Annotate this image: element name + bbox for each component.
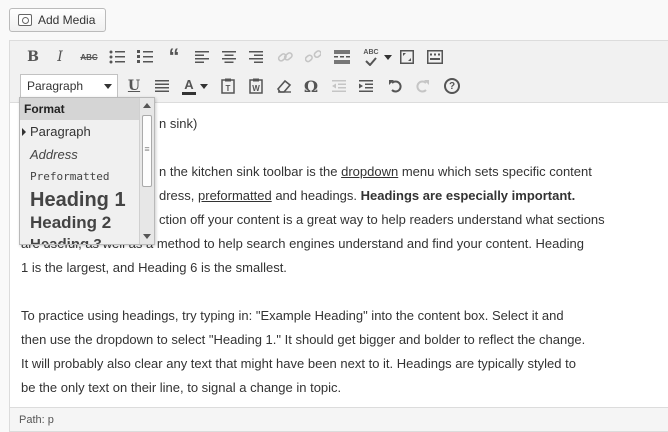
- content-line: be the only text on their line, to signa…: [21, 380, 342, 395]
- content-line: then use the dropdown to select "Heading…: [21, 332, 586, 347]
- redo-button[interactable]: [412, 75, 434, 97]
- link-icon: [277, 52, 293, 62]
- more-tag-icon: [334, 50, 350, 64]
- strikethrough-button[interactable]: ABC: [78, 46, 100, 68]
- chevron-down-icon: [200, 83, 208, 89]
- content-line: 1 is the largest, and Heading 6 is the s…: [21, 260, 287, 275]
- checkmark-icon: [365, 56, 377, 66]
- format-option-preformatted[interactable]: Preformatted: [20, 166, 140, 188]
- paste-text-icon: T: [221, 78, 235, 94]
- format-option-paragraph[interactable]: Paragraph: [20, 120, 140, 143]
- bullet-list-icon: [109, 50, 125, 64]
- justify-button[interactable]: [151, 75, 173, 97]
- numbered-list-button[interactable]: [134, 46, 156, 68]
- svg-text:T: T: [226, 84, 231, 93]
- outdent-button[interactable]: [328, 75, 350, 97]
- align-justify-icon: [155, 79, 169, 92]
- undo-button[interactable]: [384, 75, 406, 97]
- indent-button[interactable]: [355, 75, 377, 97]
- format-option-address[interactable]: Address: [20, 143, 140, 166]
- align-right-icon: [249, 50, 263, 63]
- media-icon: [18, 14, 32, 26]
- underline-button[interactable]: U: [123, 75, 145, 97]
- more-tag-button[interactable]: [331, 46, 353, 68]
- align-left-button[interactable]: [191, 46, 213, 68]
- spellcheck-word[interactable]: preformatted: [198, 188, 272, 203]
- scroll-up-icon[interactable]: [143, 103, 151, 108]
- add-media-label: Add Media: [38, 13, 96, 27]
- help-button[interactable]: ?: [441, 75, 463, 97]
- element-path: Path: p: [19, 414, 54, 426]
- format-option-heading-3[interactable]: Heading 3: [20, 234, 140, 244]
- unlink-button[interactable]: [302, 46, 324, 68]
- content-line: It will probably also clear any text tha…: [21, 356, 576, 371]
- format-option-heading-2[interactable]: Heading 2: [20, 212, 140, 234]
- fullscreen-icon: [400, 50, 414, 64]
- outdent-icon: [332, 79, 346, 92]
- svg-text:W: W: [252, 84, 260, 93]
- clear-formatting-button[interactable]: [273, 75, 295, 97]
- format-select[interactable]: Paragraph: [20, 74, 118, 98]
- paste-word-icon: W: [249, 78, 263, 94]
- status-bar: Path: p: [10, 407, 668, 431]
- eraser-icon: [276, 79, 292, 93]
- spellcheck-menu-button[interactable]: [383, 46, 393, 68]
- keyboard-icon: [427, 50, 443, 64]
- align-center-icon: [222, 50, 236, 63]
- scroll-thumb[interactable]: [142, 115, 152, 187]
- insert-link-button[interactable]: [274, 46, 296, 68]
- align-left-icon: [195, 50, 209, 63]
- blockquote-button[interactable]: “: [163, 44, 185, 69]
- paste-as-text-button[interactable]: T: [217, 75, 239, 97]
- align-right-button[interactable]: [245, 46, 267, 68]
- toolbar-toggle-button[interactable]: [424, 46, 446, 68]
- dropdown-list: Paragraph Address Preformatted Heading 1…: [20, 120, 140, 244]
- text-color-button[interactable]: A: [178, 75, 200, 97]
- scroll-down-icon[interactable]: [143, 234, 151, 239]
- bold-text: Headings are especially important.: [360, 188, 576, 203]
- undo-icon: [389, 80, 402, 93]
- numbered-list-icon: [137, 50, 153, 63]
- chevron-down-icon: [104, 84, 112, 89]
- unlink-icon: [305, 50, 321, 63]
- dropdown-scrollbar[interactable]: [139, 98, 154, 244]
- fullscreen-button[interactable]: [396, 46, 418, 68]
- paste-from-word-button[interactable]: W: [245, 75, 267, 97]
- indent-icon: [359, 79, 373, 92]
- bullet-list-button[interactable]: [106, 46, 128, 68]
- dropdown-header: Format: [20, 98, 140, 120]
- add-media-button[interactable]: Add Media: [9, 8, 106, 32]
- format-option-heading-1[interactable]: Heading 1: [20, 188, 140, 212]
- bold-button[interactable]: B: [22, 46, 44, 68]
- align-center-button[interactable]: [218, 46, 240, 68]
- help-icon: ?: [444, 78, 460, 94]
- special-character-button[interactable]: Ω: [300, 75, 322, 97]
- redo-icon: [416, 80, 429, 93]
- chevron-down-icon: [384, 54, 392, 60]
- spellcheck-button[interactable]: ABC: [359, 46, 383, 68]
- content-line: To practice using headings, try typing i…: [21, 308, 564, 323]
- format-dropdown-menu: Format Paragraph Address Preformatted He…: [19, 97, 155, 245]
- color-swatch: [182, 91, 196, 95]
- spellcheck-word[interactable]: dropdown: [341, 164, 398, 179]
- editor-toolbar: B I ABC “ ABC Paragraph U A T W Ω ?: [10, 41, 668, 103]
- italic-button[interactable]: I: [49, 46, 71, 68]
- text-color-menu-button[interactable]: [199, 75, 209, 97]
